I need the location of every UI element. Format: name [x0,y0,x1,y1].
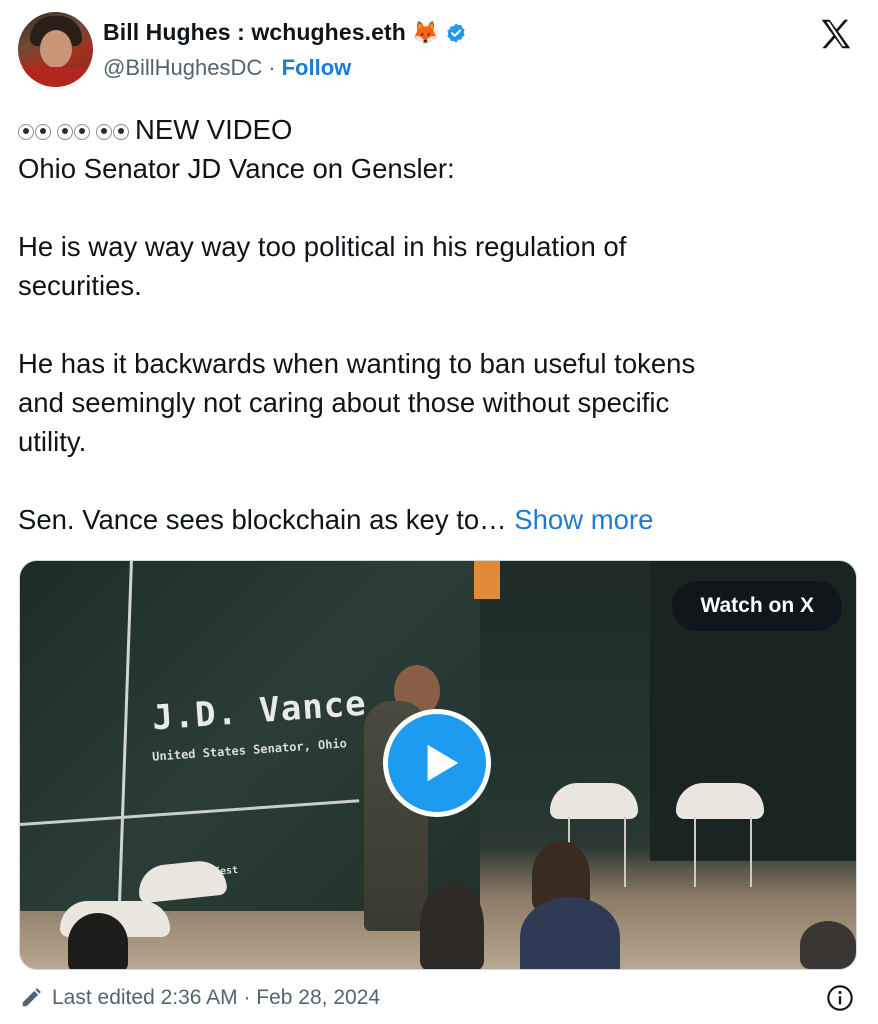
tweet-line-1: NEW VIDEO [18,110,848,149]
x-logo-icon[interactable] [818,16,854,52]
play-button[interactable] [383,709,491,817]
tweet-text: NEW VIDEO Ohio Senator JD Vance on Gensl… [18,110,848,539]
eyes-emoji-icon [18,123,129,140]
tweet-headline: NEW VIDEO [135,114,293,145]
handle-row: @BillHughesDC · Follow [103,55,351,81]
last-edited-timestamp[interactable]: Last edited 2:36 AM · Feb 28, 2024 [52,986,380,1010]
tweet-para4: Sen. Vance sees blockchain as key to… Sh… [18,500,848,539]
video-audience-member [800,921,856,969]
video-audience-member [520,897,620,969]
separator-dot: · [268,55,276,80]
video-audience-member [420,881,484,969]
video-chair [550,783,638,819]
tweet-truncated-text: Sen. Vance sees blockchain as key to… [18,504,507,535]
tweet-para3-line2: and seemingly not caring about those wit… [18,387,670,418]
tweet-line-2: Ohio Senator JD Vance on Gensler: [18,153,455,184]
display-name[interactable]: Bill Hughes : wchughes.eth [103,19,406,46]
verified-badge-icon[interactable] [445,22,467,44]
avatar[interactable] [18,12,93,87]
author-name-row: Bill Hughes : wchughes.eth 🦊 [103,19,467,46]
pencil-icon [22,988,41,1007]
video-event-logo [474,561,500,599]
play-icon [427,744,459,782]
tweet-para3-line3: utility. [18,426,87,457]
tweet-header: Bill Hughes : wchughes.eth 🦊 @BillHughes… [18,12,860,92]
fox-emoji-icon: 🦊 [411,19,440,45]
show-more-link[interactable]: Show more [514,504,653,535]
video-player[interactable]: J.D. Vance United States Senator, Ohio y… [19,560,857,970]
follow-button[interactable]: Follow [282,55,352,81]
watch-on-x-button[interactable]: Watch on X [672,581,842,631]
tweet-footer: Last edited 2:36 AM · Feb 28, 2024 [20,982,856,1014]
tweet-para3-line1: He has it backwards when wanting to ban … [18,348,696,379]
info-icon[interactable] [826,984,854,1012]
tweet-para2-line2: securities. [18,270,142,301]
video-chair [676,783,764,819]
author-handle[interactable]: @BillHughesDC [103,55,262,81]
tweet-para2-line1: He is way way way too political in his r… [18,231,627,262]
video-audience-member [68,913,128,969]
